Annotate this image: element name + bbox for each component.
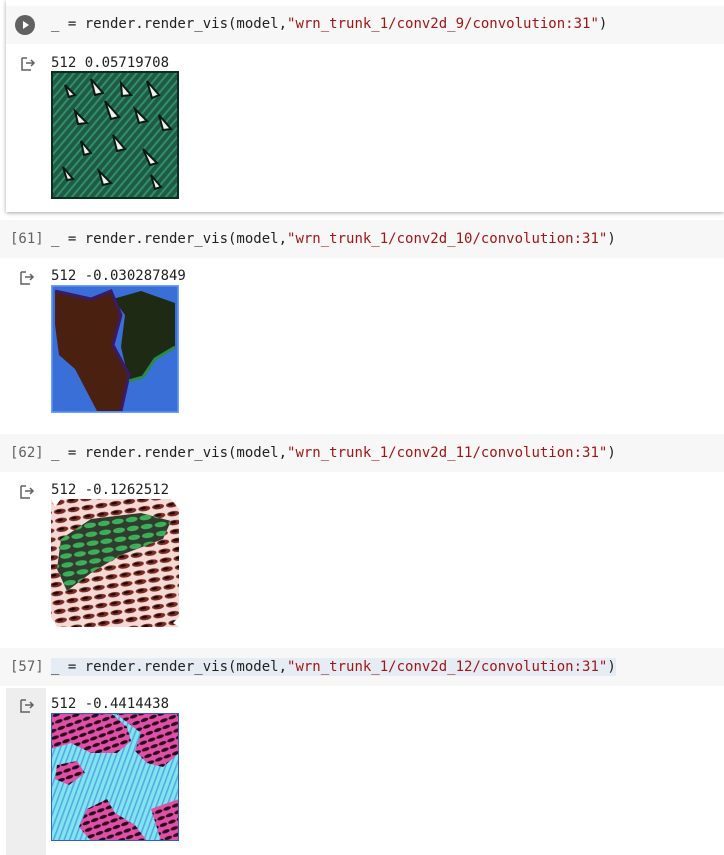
play-icon	[23, 21, 29, 29]
code-text: _ = render.render_vis(model,	[51, 231, 288, 247]
code-string: "wrn_trunk_1/conv2d_9/convolution:31"	[287, 16, 599, 32]
code-line[interactable]: _ = render.render_vis(model,"wrn_trunk_1…	[51, 230, 616, 248]
code-line[interactable]: _ = render.render_vis(model,"wrn_trunk_1…	[51, 658, 616, 676]
output-redirect-icon[interactable]	[19, 55, 37, 73]
output-redirect-icon[interactable]	[18, 269, 36, 287]
code-line[interactable]: _ = render.render_vis(model,"wrn_trunk_1…	[51, 15, 607, 33]
code-cell-4[interactable]: [57] _ = render.render_vis(model,"wrn_tr…	[0, 648, 724, 686]
output-redirect-icon[interactable]	[18, 697, 36, 715]
code-text: _ = render.render_vis(model,	[51, 445, 288, 461]
code-text: _ = render.render_vis(model,	[51, 16, 288, 32]
output-text: 512 -0.1262512	[51, 482, 170, 498]
code-cell-3[interactable]: [62] _ = render.render_vis(model,"wrn_tr…	[0, 434, 724, 472]
code-text-suffix: )	[607, 231, 616, 247]
execution-count: [61]	[10, 231, 44, 247]
notebook-cell-2[interactable]: [61] _ = render.render_vis(model,"wrn_tr…	[0, 220, 724, 420]
code-text-suffix: )	[598, 16, 608, 32]
code-cell-2[interactable]: [61] _ = render.render_vis(model,"wrn_tr…	[0, 220, 724, 258]
code-string: "wrn_trunk_1/conv2d_11/convolution:31"	[287, 445, 608, 461]
code-text: _ = render.render_vis(model,	[51, 659, 288, 675]
notebook-cell-3[interactable]: [62] _ = render.render_vis(model,"wrn_tr…	[0, 434, 724, 634]
code-string: "wrn_trunk_1/conv2d_12/convolution:31"	[287, 659, 608, 675]
code-cell-1[interactable]: _ = render.render_vis(model,"wrn_trunk_1…	[6, 6, 724, 44]
execution-count: [62]	[10, 445, 44, 461]
notebook-cell-1[interactable]: _ = render.render_vis(model,"wrn_trunk_1…	[6, 0, 724, 212]
code-string: "wrn_trunk_1/conv2d_10/convolution:31"	[287, 231, 608, 247]
output-redirect-icon[interactable]	[18, 483, 36, 501]
code-text-suffix: )	[607, 445, 616, 461]
visualization-image	[51, 499, 179, 627]
visualization-image	[51, 713, 179, 841]
code-line[interactable]: _ = render.render_vis(model,"wrn_trunk_1…	[51, 444, 616, 462]
run-cell-button[interactable]	[15, 15, 35, 35]
notebook-cell-4[interactable]: [57] _ = render.render_vis(model,"wrn_tr…	[0, 648, 724, 855]
visualization-image	[51, 71, 179, 199]
output-text: 512 -0.030287849	[51, 268, 186, 284]
output-text: 512 -0.4414438	[51, 696, 170, 712]
output-text: 512 0.05719708	[51, 55, 170, 71]
visualization-image	[51, 285, 179, 413]
execution-count: [57]	[10, 659, 44, 675]
code-text-suffix: )	[607, 659, 616, 675]
